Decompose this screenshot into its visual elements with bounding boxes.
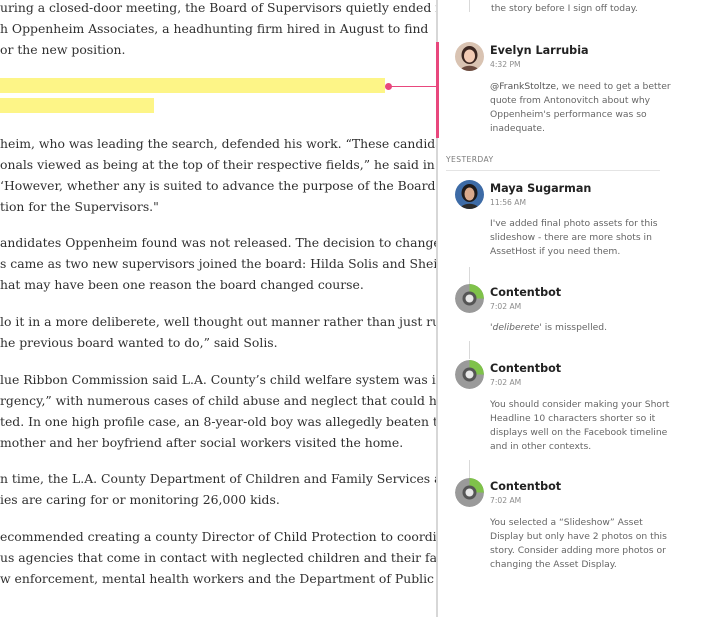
thread-line [469,341,470,359]
highlight-line[interactable] [0,78,385,93]
article-line: mother and her boyfriend after social wo… [0,435,404,450]
comment-author[interactable]: Contentbot [490,480,561,493]
day-divider-label: YESTERDAY [446,155,494,164]
article-body: uring a closed-door meeting, the Board o… [0,0,436,617]
article-line: ies are caring for or monitoring 26,000 … [0,492,280,507]
article-line: tion for the Supervisors." [0,199,159,214]
comment-time: 7:02 AM [490,496,522,505]
highlight-line[interactable] [0,98,154,113]
article-paragraph: lue Ribbon Commission said L.A. County’s… [0,369,436,453]
comment-time: 4:32 PM [490,60,521,69]
divider [446,170,660,171]
article-line: he previous board wanted to do,” said So… [0,335,278,350]
article-line: s came as two new supervisors joined the… [0,256,436,271]
avatar [455,180,484,209]
user-mention[interactable]: @FrankStoltze [490,81,556,92]
article-line: lue Ribbon Commission said L.A. County’s… [0,372,436,387]
article-line: ted. In one high profile case, an 8-year… [0,414,436,429]
article-line: h Oppenheim Associates, a headhunting fi… [0,21,429,36]
comment-body: 'deliberete' is misspelled. [490,322,608,333]
avatar [455,42,484,71]
article-line: ‘However, whether any is suited to advan… [0,178,436,193]
bot-avatar-icon [455,284,484,313]
article-paragraph: n time, the L.A. County Department of Ch… [0,468,436,510]
comment-author[interactable]: Evelyn Larrubia [490,44,589,57]
article-line: n time, the L.A. County Department of Ch… [0,471,436,486]
article-line: lo it in a more deliberete, well thought… [0,314,436,329]
comment-author[interactable]: Maya Sugarman [490,182,591,195]
comment-connector-line [388,86,438,87]
comment-time: 7:02 AM [490,302,522,311]
article-paragraph: heim, who was leading the search, defend… [0,133,436,217]
comment-time: 11:56 AM [490,198,527,207]
highlighted-text[interactable] [0,78,385,113]
comment-body: I've added final photo assets for this s… [490,218,658,257]
article-line: ecommended creating a county Director of… [0,529,436,544]
article-line: rgency,” with numerous cases of child ab… [0,393,436,408]
article-paragraph: lo it in a more deliberete, well thought… [0,311,436,353]
thread-line [469,267,470,285]
bot-avatar-icon [455,360,484,389]
article-line: us agencies that come in contact with ne… [0,550,436,565]
thread-line [469,460,470,478]
comment-author[interactable]: Contentbot [490,362,561,375]
comment-body: You should consider making your Short He… [490,399,670,452]
article-line: heim, who was leading the search, defend… [0,136,436,151]
article-line: uring a closed-door meeting, the Board o… [0,0,436,15]
comment-body-partial: the story before I sign off today. [491,3,638,14]
article-line: andidates Oppenheim found was not releas… [0,235,436,250]
article-line: or the new position. [0,42,126,57]
comment-body: @FrankStoltze, we need to get a better q… [490,81,671,134]
comment-author[interactable]: Contentbot [490,286,561,299]
article-paragraph: ecommended creating a county Director of… [0,526,436,589]
article-paragraph: andidates Oppenheim found was not releas… [0,232,436,295]
bot-avatar-icon [455,478,484,507]
comments-panel: the story before I sign off today. Evely… [439,0,720,617]
comment-time: 7:02 AM [490,378,522,387]
article-line: onals viewed as being at the top of thei… [0,157,436,172]
article-line: w enforcement, mental health workers and… [0,571,436,586]
comment-anchor-dot[interactable] [385,83,392,90]
comment-body: You selected a “Slideshow” Asset Display… [490,517,667,570]
article-paragraph: uring a closed-door meeting, the Board o… [0,0,436,60]
thread-line [469,0,470,12]
article-line: hat may have been one reason the board c… [0,277,364,292]
